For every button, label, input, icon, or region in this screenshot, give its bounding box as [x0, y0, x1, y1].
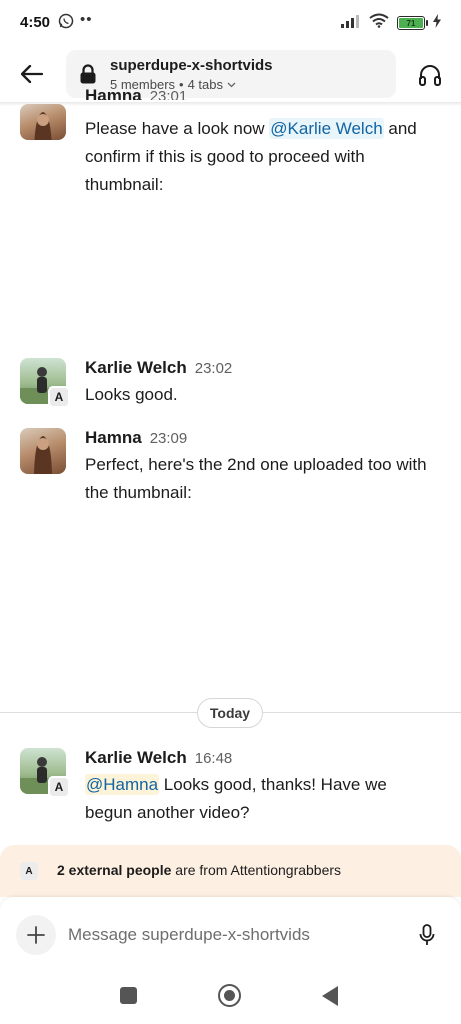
message-composer	[0, 897, 461, 975]
headphones-icon	[419, 65, 441, 86]
avatar[interactable]	[20, 428, 66, 474]
message-header: Hamna 23:09	[85, 428, 187, 448]
microphone-icon	[419, 924, 435, 945]
external-user-badge: A	[48, 776, 70, 798]
sender-name[interactable]: Karlie Welch	[85, 358, 187, 378]
tab-count: 4 tabs	[187, 77, 224, 92]
external-user-badge: A	[48, 386, 70, 408]
huddle-button[interactable]	[413, 58, 447, 92]
external-banner-text: 2 external people are from Attentiongrab…	[57, 862, 341, 878]
home-circle-icon[interactable]	[218, 984, 241, 1007]
sender-name[interactable]: Hamna	[85, 428, 142, 448]
add-attachment-button[interactable]	[16, 915, 56, 955]
arrow-left-icon	[21, 65, 43, 83]
message-text-part: Please have a look now	[85, 119, 270, 138]
external-org-text: are from Attentiongrabbers	[171, 862, 342, 878]
message-time: 16:48	[194, 750, 233, 767]
wifi-icon	[369, 13, 389, 33]
back-triangle-icon[interactable]	[322, 986, 338, 1006]
chevron-down-icon	[227, 80, 236, 90]
user-mention[interactable]: @Karlie Welch	[269, 118, 384, 139]
message-text: Please have a look now @Karlie Welch and…	[85, 115, 435, 199]
message-text: Perfect, here's the 2nd one uploaded too…	[85, 455, 427, 502]
message-time: 23:02	[194, 360, 233, 377]
sender-name[interactable]: Hamna	[85, 86, 142, 100]
message-time: 23:09	[149, 430, 188, 447]
message-input[interactable]	[68, 919, 398, 951]
external-count: 2 external people	[57, 862, 172, 878]
charging-icon	[433, 13, 441, 33]
external-org-badge: A	[20, 862, 38, 880]
status-dots: ••	[80, 11, 93, 28]
channel-header: superdupe-x-shortvids 5 members • 4 tabs	[0, 46, 461, 102]
message-time: 23:01	[149, 88, 188, 100]
plus-icon	[27, 926, 45, 944]
status-bar: 4:50 •• 71	[0, 0, 461, 46]
system-nav-bar	[0, 975, 461, 1024]
message-text: Looks good.	[85, 385, 178, 404]
avatar[interactable]	[20, 104, 66, 140]
signal-icon	[341, 14, 361, 33]
battery-level: 71	[399, 18, 423, 28]
whatsapp-icon	[58, 13, 74, 34]
recents-square-icon[interactable]	[120, 987, 137, 1004]
day-divider-label[interactable]: Today	[197, 698, 263, 728]
sender-name[interactable]: Karlie Welch	[85, 748, 187, 768]
status-time: 4:50	[20, 14, 51, 31]
channel-name: superdupe-x-shortvids	[110, 57, 273, 74]
header-divider	[0, 102, 461, 106]
message-text: @Hamna Looks good, thanks! Have we begun…	[85, 771, 435, 827]
voice-message-button[interactable]	[415, 921, 439, 949]
user-mention[interactable]: @Hamna	[85, 774, 160, 795]
battery-icon: 71	[397, 16, 428, 30]
message-header: Karlie Welch 23:02	[85, 358, 232, 378]
message-header: Karlie Welch 16:48	[85, 748, 232, 768]
external-people-banner[interactable]: A 2 external people are from Attentiongr…	[0, 845, 461, 897]
back-button[interactable]	[14, 58, 50, 90]
message-header: Hamna 23:01	[85, 86, 187, 100]
